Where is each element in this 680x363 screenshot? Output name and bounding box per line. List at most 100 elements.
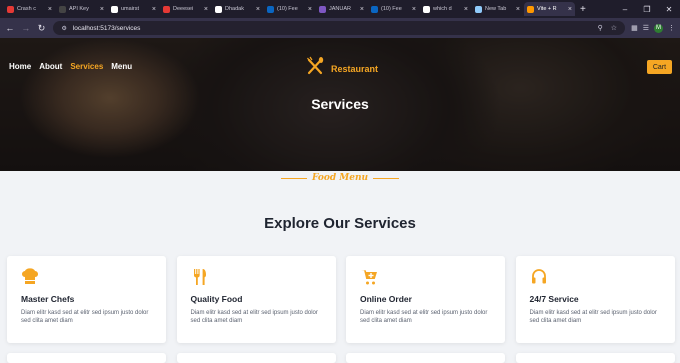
services-grid: Master Chefs Diam elitr kasd sed at elitr… — [7, 256, 680, 343]
minimize-icon[interactable]: – — [614, 5, 636, 14]
tab-close-icon[interactable]: × — [568, 6, 572, 13]
utensils-icon — [305, 56, 325, 81]
tab-favicon-icon — [59, 5, 66, 13]
tab-close-icon[interactable]: × — [204, 6, 208, 13]
service-title: Online Order — [360, 294, 412, 304]
service-title: 24/7 Service — [529, 294, 579, 304]
bookmark-star-icon[interactable]: ☆ — [611, 24, 617, 32]
browser-tab[interactable]: (10) Fee × — [264, 2, 315, 16]
tab-favicon-icon — [267, 5, 274, 13]
tab-label: which d — [433, 6, 452, 12]
service-card[interactable]: 24/7 Service Diam elitr kasd sed at elitr… — [515, 256, 675, 343]
service-title: Quality Food — [190, 294, 243, 304]
browser-tab[interactable]: which d × — [420, 2, 471, 16]
service-description: Diam elitr kasd sed at elitr sed ipsum j… — [529, 310, 657, 325]
tab-label: Deeesei — [173, 6, 194, 12]
browser-tab[interactable]: Dhadak × — [212, 2, 263, 16]
cart-plus-icon — [360, 268, 491, 286]
tab-favicon-icon — [7, 5, 14, 13]
section-subheading: Food Menu — [0, 173, 680, 183]
more-menu-icon[interactable]: ⋮ — [668, 24, 675, 32]
service-card[interactable]: Online Order Diam elitr kasd sed at elitr… — [346, 256, 505, 343]
service-card[interactable]: Quality Food Diam elitr kasd sed at elitr… — [176, 256, 336, 343]
service-description: Diam elitr kasd sed at elitr sed ipsum j… — [190, 310, 318, 325]
brand-name: Restaurant — [331, 63, 379, 74]
tab-strip: Crash c × API Key × umairst × Deeesei × Dhadak ×(… — [4, 2, 576, 16]
tab-favicon-icon — [111, 5, 118, 13]
reload-icon[interactable]: ↻ — [34, 23, 50, 34]
maximize-icon[interactable]: ❐ — [636, 5, 658, 14]
tab-label: (10) Fee — [381, 6, 402, 12]
service-card-partial — [515, 353, 675, 363]
chef-hat-icon — [21, 268, 152, 286]
tab-favicon-icon — [423, 5, 430, 13]
password-key-icon[interactable]: ⚲ — [598, 24, 603, 32]
extensions-icon[interactable]: ▦ — [631, 24, 638, 32]
section-title: Explore Our Services — [264, 215, 416, 232]
new-tab-button[interactable]: + — [580, 4, 586, 15]
service-description: Diam elitr kasd sed at elitr sed ipsum j… — [360, 310, 488, 325]
browser-tab[interactable]: Deeesei × — [160, 2, 211, 16]
hero-banner: Home About Services Menu Restaurant Cart… — [0, 38, 680, 171]
nav-home[interactable]: Home — [9, 62, 31, 71]
back-icon[interactable]: ← — [2, 23, 18, 33]
tab-close-icon[interactable]: × — [152, 6, 156, 13]
service-card[interactable]: Master Chefs Diam elitr kasd sed at elitr… — [7, 256, 166, 343]
tab-label: API Key — [69, 6, 89, 12]
tab-close-icon[interactable]: × — [360, 6, 364, 13]
service-card-partial — [7, 353, 166, 363]
tab-close-icon[interactable]: × — [516, 6, 520, 13]
service-card-partial — [346, 353, 505, 363]
tab-label: Dhadak — [225, 6, 244, 12]
browser-tab-bar: Crash c × API Key × umairst × Deeesei × Dhadak ×(… — [0, 0, 680, 18]
service-title: Master Chefs — [21, 294, 75, 304]
tab-close-icon[interactable]: × — [464, 6, 468, 13]
tab-favicon-icon — [371, 5, 378, 13]
main-nav: Home About Services Menu — [9, 62, 140, 71]
tab-close-icon[interactable]: × — [100, 6, 104, 13]
reading-list-icon[interactable]: ☰ — [643, 24, 649, 32]
tab-label: JANUAR — [329, 6, 352, 12]
profile-avatar[interactable]: M — [653, 23, 663, 33]
tab-label: Crash c — [17, 6, 36, 12]
tab-close-icon[interactable]: × — [412, 6, 416, 13]
site-info-icon[interactable]: ⚙ — [61, 25, 66, 32]
fork-knife-icon — [191, 268, 322, 286]
tab-label: New Tab — [485, 6, 507, 12]
forward-icon[interactable]: → — [18, 23, 34, 33]
tab-favicon-icon — [319, 5, 326, 13]
tab-favicon-icon — [163, 5, 170, 13]
url-text: localhost:5173/services — [72, 24, 141, 32]
nav-menu[interactable]: Menu — [111, 62, 132, 71]
browser-tab[interactable]: (10) Fee × — [368, 2, 419, 16]
tab-favicon-icon — [527, 5, 534, 13]
tab-favicon-icon — [475, 5, 482, 13]
service-card-partial — [176, 353, 336, 363]
tab-label: Vite + R — [537, 6, 557, 12]
address-bar[interactable]: ⚙ localhost:5173/services ⚲ ☆ — [53, 21, 626, 35]
browser-tab[interactable]: JANUAR × — [316, 2, 367, 16]
headset-icon — [530, 268, 661, 286]
tab-close-icon[interactable]: × — [256, 6, 260, 13]
brand-logo[interactable]: Restaurant — [305, 56, 378, 81]
browser-tab[interactable]: Crash c × — [4, 2, 55, 16]
tab-close-icon[interactable]: × — [48, 6, 52, 13]
tab-close-icon[interactable]: × — [308, 6, 312, 13]
close-icon[interactable]: ✕ — [658, 5, 680, 14]
services-grid-row-2 — [7, 353, 680, 363]
service-description: Diam elitr kasd sed at elitr sed ipsum j… — [21, 310, 149, 325]
browser-toolbar: ← → ↻ ⚙ localhost:5173/services ⚲ ☆ ▦ ☰ … — [0, 18, 680, 38]
tab-label: umairst — [121, 6, 140, 12]
browser-tab[interactable]: API Key × — [56, 2, 107, 16]
browser-tab[interactable]: Vite + R × — [524, 2, 575, 16]
divider-right — [373, 177, 400, 179]
tab-label: (10) Fee — [277, 6, 298, 12]
browser-tab[interactable]: New Tab × — [472, 2, 523, 16]
browser-tab[interactable]: umairst × — [108, 2, 159, 16]
nav-services[interactable]: Services — [70, 62, 103, 71]
tab-favicon-icon — [215, 5, 222, 13]
window-controls: – ❐ ✕ — [614, 0, 680, 18]
page-title: Services — [311, 96, 369, 112]
cart-button[interactable]: Cart — [647, 60, 672, 74]
nav-about[interactable]: About — [39, 62, 62, 71]
